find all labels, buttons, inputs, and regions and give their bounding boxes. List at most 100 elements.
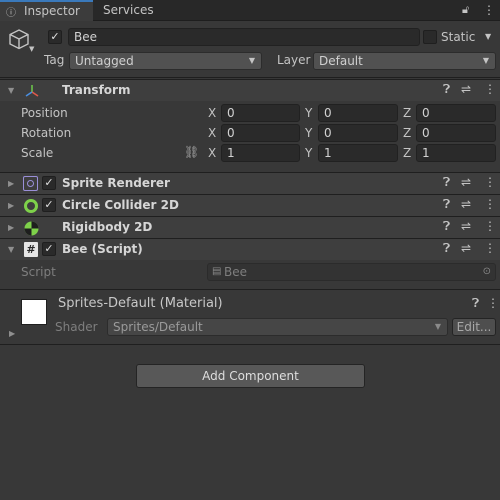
rotation-label: Rotation (21, 126, 72, 140)
scale-z-field[interactable]: 1 (416, 144, 496, 162)
kebab-icon[interactable]: ⋮ (487, 296, 499, 310)
transform-header[interactable]: ▼ Transform ❓︎ ⇌ ⋮ (0, 79, 500, 101)
divider (0, 289, 500, 290)
icon-dropdown-arrow[interactable]: ▼ (29, 45, 34, 53)
presets-icon[interactable]: ⇌ (461, 219, 471, 233)
transform-icon (24, 83, 40, 99)
position-x-label: X (208, 106, 217, 120)
chevron-down-icon: ▼ (248, 56, 255, 65)
gameobject-icon[interactable] (8, 28, 30, 50)
chevron-down-icon: ▼ (434, 322, 441, 331)
presets-icon[interactable]: ⇌ (461, 82, 471, 96)
shader-label: Shader (55, 320, 98, 334)
help-icon[interactable]: ❓︎ (443, 82, 450, 97)
help-icon[interactable]: ❓︎ (443, 241, 450, 256)
position-label: Position (21, 106, 68, 120)
layer-label: Layer (277, 53, 311, 67)
scale-label: Scale (21, 146, 54, 160)
inspector-icon: ⓘ (6, 8, 16, 19)
kebab-icon[interactable]: ⋮ (484, 219, 496, 233)
circle-collider-icon (24, 199, 38, 213)
scale-x-label: X (208, 146, 217, 160)
presets-icon[interactable]: ⇌ (461, 197, 471, 211)
position-x-field[interactable]: 0 (221, 104, 300, 122)
circle-collider-checkbox[interactable]: ✓ (42, 198, 56, 212)
rigidbody-icon (24, 221, 39, 236)
presets-icon[interactable]: ⇌ (461, 241, 471, 255)
foldout-expanded-icon[interactable]: ▼ (8, 86, 14, 95)
script-icon: # (24, 242, 38, 257)
static-label: Static (441, 30, 476, 44)
constrain-proportions-icon[interactable]: ⛓︎ (184, 145, 199, 159)
scale-z-label: Z (403, 146, 412, 160)
script-value: Bee (224, 265, 247, 279)
sprite-renderer-icon (23, 176, 38, 191)
kebab-icon[interactable]: ⋮ (484, 175, 496, 189)
add-component-button[interactable]: Add Component (136, 364, 365, 388)
kebab-icon[interactable]: ⋮ (483, 3, 495, 17)
static-checkbox[interactable] (423, 30, 437, 44)
chevron-down-icon: ▼ (482, 56, 489, 65)
presets-icon[interactable]: ⇌ (461, 175, 471, 189)
sprite-renderer-header[interactable]: ▶ ✓ Sprite Renderer ❓︎ ⇌ ⋮ (0, 172, 500, 194)
tab-bar: ⓘ Inspector Services 🔓︎ ⋮ (0, 0, 500, 21)
rotation-x-label: X (208, 126, 217, 140)
scale-y-label: Y (305, 146, 313, 160)
tag-value: Untagged (75, 54, 134, 68)
tab-inspector-label: Inspector (24, 4, 80, 18)
scale-x-field[interactable]: 1 (221, 144, 300, 162)
divider (0, 77, 500, 78)
bee-script-header[interactable]: ▼ # ✓ Bee (Script) ❓︎ ⇌ ⋮ (0, 238, 500, 260)
rotation-x-field[interactable]: 0 (221, 124, 300, 142)
bee-script-title: Bee (Script) (62, 242, 143, 256)
shader-dropdown[interactable]: Sprites/Default ▼ (107, 318, 448, 336)
tab-inspector[interactable]: ⓘ Inspector (0, 0, 93, 21)
bee-script-checkbox[interactable]: ✓ (42, 242, 56, 256)
rigidbody-header[interactable]: ▶ Rigidbody 2D ❓︎ ⇌ ⋮ (0, 216, 500, 238)
material-preview[interactable] (21, 299, 47, 325)
shader-value: Sprites/Default (113, 320, 203, 334)
help-icon[interactable]: ❓︎ (443, 175, 450, 190)
kebab-icon[interactable]: ⋮ (484, 82, 496, 96)
material-title: Sprites-Default (Material) (58, 296, 223, 311)
static-dropdown-icon[interactable]: ▼ (485, 32, 491, 41)
active-checkbox[interactable]: ✓ (48, 30, 62, 44)
rotation-z-label: Z (403, 126, 412, 140)
scale-y-field[interactable]: 1 (318, 144, 398, 162)
object-name-field[interactable]: Bee (68, 28, 420, 46)
divider (0, 344, 500, 345)
tag-label: Tag (44, 53, 65, 67)
script-field: ▤ Bee ⊙ (207, 263, 496, 281)
circle-collider-title: Circle Collider 2D (62, 198, 179, 212)
tab-services[interactable]: Services (103, 0, 154, 21)
position-z-label: Z (403, 106, 412, 120)
rotation-y-label: Y (305, 126, 313, 140)
foldout-collapsed-icon[interactable]: ▶ (8, 179, 14, 188)
foldout-collapsed-icon[interactable]: ▶ (9, 329, 15, 338)
lock-icon[interactable]: 🔓︎ (462, 3, 469, 17)
edit-shader-button[interactable]: Edit... (452, 318, 496, 336)
position-y-label: Y (305, 106, 313, 120)
script-label: Script (21, 265, 56, 279)
transform-title: Transform (62, 83, 131, 97)
foldout-expanded-icon[interactable]: ▼ (8, 245, 14, 254)
kebab-icon[interactable]: ⋮ (484, 197, 496, 211)
rigidbody-title: Rigidbody 2D (62, 220, 153, 234)
foldout-collapsed-icon[interactable]: ▶ (8, 223, 14, 232)
script-file-icon: ▤ (212, 266, 222, 277)
circle-collider-header[interactable]: ▶ ✓ Circle Collider 2D ❓︎ ⇌ ⋮ (0, 194, 500, 216)
rotation-y-field[interactable]: 0 (318, 124, 398, 142)
foldout-collapsed-icon[interactable]: ▶ (8, 201, 14, 210)
rotation-z-field[interactable]: 0 (416, 124, 496, 142)
position-z-field[interactable]: 0 (416, 104, 496, 122)
sprite-renderer-title: Sprite Renderer (62, 176, 170, 190)
object-picker-icon: ⊙ (482, 266, 491, 277)
sprite-renderer-checkbox[interactable]: ✓ (42, 176, 56, 190)
kebab-icon[interactable]: ⋮ (484, 241, 496, 255)
tag-dropdown[interactable]: Untagged ▼ (69, 52, 262, 70)
help-icon[interactable]: ❓︎ (472, 296, 479, 311)
help-icon[interactable]: ❓︎ (443, 219, 450, 234)
position-y-field[interactable]: 0 (318, 104, 398, 122)
layer-dropdown[interactable]: Default ▼ (313, 52, 496, 70)
help-icon[interactable]: ❓︎ (443, 197, 450, 212)
